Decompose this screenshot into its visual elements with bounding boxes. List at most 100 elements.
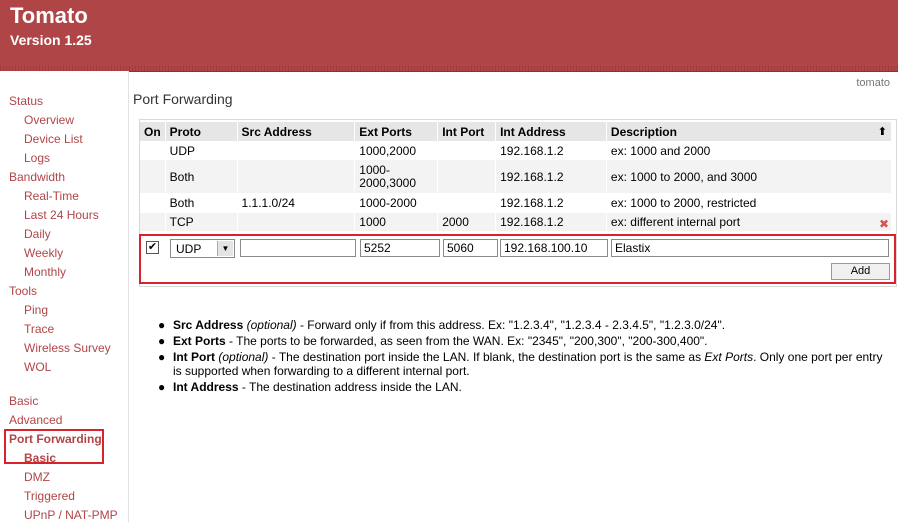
cell-description: ex: 1000 to 2000, and 3000 [606,160,893,193]
int-port-input[interactable] [443,239,498,257]
cell-on [140,160,166,193]
note-text: - The destination address inside the LAN… [238,380,462,394]
note-emphasis: Ext Ports [704,350,754,364]
cell-on [140,213,166,231]
cell-int-port [437,193,497,213]
proto-select[interactable]: UDP ▼ [170,239,235,258]
sidebar-item-real-time[interactable]: Real-Time [24,189,79,203]
app-version: Version 1.25 [10,32,92,48]
table-row[interactable]: Both 1.1.1.0/24 1000-2000 192.168.1.2 ex… [140,193,893,213]
cell-description: ex: 1000 to 2000, restricted [606,193,893,213]
sidebar-item-last-24-hours[interactable]: Last 24 Hours [24,208,99,222]
note-term: Src Address [173,318,244,332]
column-header-int-address[interactable]: Int Address [495,122,607,141]
column-header-ext-ports[interactable]: Ext Ports [354,122,439,141]
column-header-proto[interactable]: Proto [165,122,238,141]
cell-int-port [437,141,497,160]
sidebar-item-triggered[interactable]: Triggered [24,489,75,503]
bullet-icon: ● [158,318,166,332]
sidebar-item-basic[interactable]: Basic [9,394,38,408]
note-text: - Forward only if from this address. Ex:… [296,318,726,332]
cell-description: ex: 1000 and 2000 [606,141,893,160]
note-qualifier: (optional) [246,318,297,332]
sidebar-item-wol[interactable]: WOL [24,360,51,374]
table-row[interactable]: Both 1000-2000,3000 192.168.1.2 ex: 1000… [140,160,893,193]
add-button[interactable]: Add [831,263,890,280]
note-src-address: ● Src Address (optional) - Forward only i… [158,318,893,332]
sidebar-item-weekly[interactable]: Weekly [24,246,63,260]
help-notes: ● Src Address (optional) - Forward only i… [158,318,893,396]
cell-ext-ports: 1000-2000 [354,193,439,213]
cell-on [140,141,166,160]
bullet-icon: ● [158,380,166,394]
port-forward-table: On Proto Src Address Ext Ports Int Port … [140,122,893,231]
description-input[interactable] [611,239,889,257]
cell-src [237,141,356,160]
port-forwarding-highlight [4,429,104,464]
cell-int-address: 192.168.1.2 [495,141,607,160]
sidebar-item-dmz[interactable]: DMZ [24,470,50,484]
sidebar-item-monthly[interactable]: Monthly [24,265,66,279]
delete-row-icon[interactable]: ✖ [879,217,889,231]
cell-int-address: 192.168.1.2 [495,160,607,193]
note-int-port: ● Int Port (optional) - The destination p… [158,350,893,378]
sidebar-item-bandwidth[interactable]: Bandwidth [9,170,65,184]
note-term: Int Address [173,380,239,394]
cell-description: ex: different internal port [606,213,893,231]
sort-ascending-icon[interactable]: ⬆ [878,125,887,138]
note-term: Ext Ports [173,334,226,348]
page-title: Port Forwarding [133,91,233,107]
sidebar-item-tools[interactable]: Tools [9,284,37,298]
sidebar-item-device-list[interactable]: Device List [24,132,83,146]
cell-src: 1.1.1.0/24 [237,193,356,213]
cell-proto: Both [165,193,238,213]
column-header-src-address[interactable]: Src Address [237,122,356,141]
cell-ext-ports: 1000-2000,3000 [354,160,439,193]
cell-ext-ports: 1000 [354,213,439,231]
cell-src [237,213,356,231]
cell-int-port [437,160,497,193]
header-stripe [0,66,898,71]
bullet-icon: ● [158,334,166,348]
table-row[interactable]: TCP 1000 2000 192.168.1.2 ex: different … [140,213,893,231]
sidebar-item-logs[interactable]: Logs [24,151,50,165]
sidebar-item-upnp-nat-pmp[interactable]: UPnP / NAT-PMP [24,508,118,522]
bullet-icon: ● [158,350,166,364]
cell-int-address: 192.168.1.2 [495,193,607,213]
column-header-description-label: Description [610,124,677,139]
sidebar-item-wireless-survey[interactable]: Wireless Survey [24,341,111,355]
note-ext-ports: ● Ext Ports - The ports to be forwarded, … [158,334,893,348]
cell-proto: TCP [165,213,238,231]
column-header-on[interactable]: On [140,122,166,141]
app-title: Tomato [10,3,88,28]
sidebar-item-ping[interactable]: Ping [24,303,48,317]
column-header-description[interactable]: Description ⬆ [606,122,893,141]
note-text: - The ports to be forwarded, as seen fro… [225,334,708,348]
cell-proto: UDP [165,141,238,160]
cell-on [140,193,166,213]
table-header-row: On Proto Src Address Ext Ports Int Port … [140,122,893,141]
src-address-input[interactable] [240,239,356,257]
cell-proto: Both [165,160,238,193]
sidebar-item-status[interactable]: Status [9,94,43,108]
on-checkbox[interactable]: ✔ [146,241,159,254]
cell-int-port: 2000 [437,213,497,231]
int-address-input[interactable] [500,239,608,257]
sidebar-item-advanced[interactable]: Advanced [9,413,62,427]
app-header: Tomato Version 1.25 [0,0,898,72]
note-int-address: ● Int Address - The destination address i… [158,380,893,394]
cell-int-address: 192.168.1.2 [495,213,607,231]
note-term: Int Port [173,350,215,364]
note-text: - The destination port inside the LAN. I… [268,350,705,364]
proto-select-value: UDP [176,242,202,256]
sidebar-item-trace[interactable]: Trace [24,322,54,336]
chevron-down-icon[interactable]: ▼ [217,241,233,256]
ext-ports-input[interactable] [360,239,440,257]
sidebar-item-overview[interactable]: Overview [24,113,74,127]
hostname-label: tomato [856,77,890,89]
table-row[interactable]: UDP 1000,2000 192.168.1.2 ex: 1000 and 2… [140,141,893,160]
sidebar-item-daily[interactable]: Daily [24,227,51,241]
column-header-int-port[interactable]: Int Port [437,122,497,141]
cell-src [237,160,356,193]
cell-ext-ports: 1000,2000 [354,141,439,160]
